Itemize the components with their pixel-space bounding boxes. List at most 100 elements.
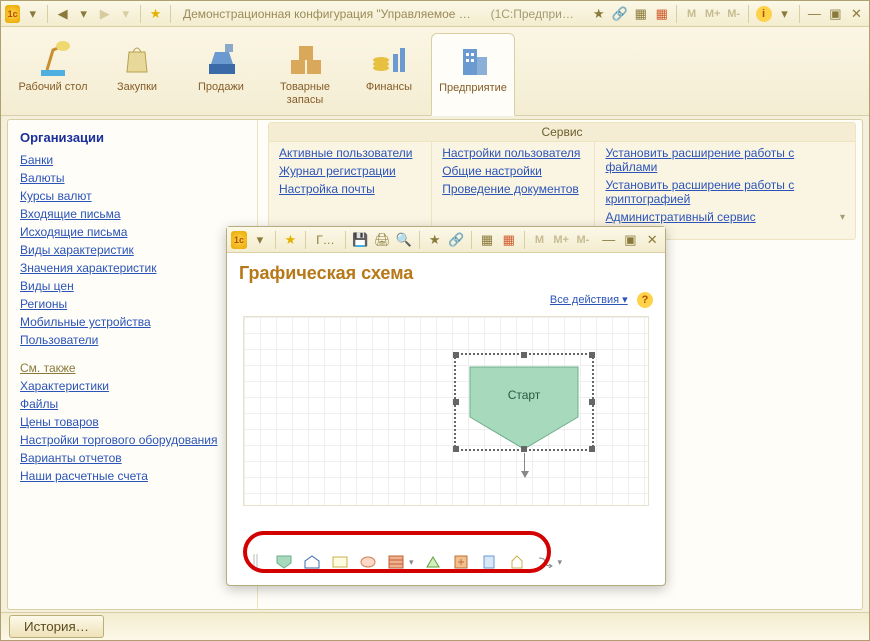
favorites-add-icon[interactable]: ★ <box>590 4 607 24</box>
favorite-star-icon[interactable]: ★ <box>147 4 164 24</box>
service-item[interactable]: Настройка почты <box>269 180 431 198</box>
sidebar-link[interactable]: Банки <box>20 153 245 167</box>
links-icon[interactable]: 🔗 <box>448 230 466 250</box>
all-actions-menu[interactable]: Все действия ▾ <box>550 294 628 306</box>
print-icon[interactable]: 🖨 <box>373 230 391 250</box>
connector-arrow[interactable] <box>524 453 525 477</box>
annotation-highlight <box>243 531 551 573</box>
resize-handle[interactable] <box>521 352 527 358</box>
nav-fwd-menu-icon[interactable]: ▾ <box>117 4 134 24</box>
sidebar-link[interactable]: Входящие письма <box>20 207 245 221</box>
sidebar-link[interactable]: Пользователи <box>20 333 245 347</box>
calendar-icon[interactable]: ▦ <box>500 230 518 250</box>
resize-handle[interactable] <box>453 399 459 405</box>
mbtn-mminus[interactable]: M- <box>725 4 742 24</box>
tab-enterprise[interactable]: Предприятие <box>431 33 515 116</box>
child-titlebar: 1c ▾ ★ Г… 💾 🖨 🔍 ★ 🔗 ▦ ▦ M M+ M- — ▣ ✕ <box>227 227 665 253</box>
resize-handle[interactable] <box>589 446 595 452</box>
minimize-icon[interactable]: — <box>806 4 823 24</box>
favorite-star-icon[interactable]: ★ <box>282 230 300 250</box>
service-item[interactable]: Установить расширение работы с криптогра… <box>595 176 855 208</box>
resize-handle[interactable] <box>453 446 459 452</box>
history-button[interactable]: История… <box>9 615 104 638</box>
service-item[interactable]: Активные пользователи <box>269 144 431 162</box>
resize-handle[interactable] <box>589 352 595 358</box>
nav-back-icon[interactable]: ◀ <box>54 4 71 24</box>
close-icon[interactable]: ✕ <box>848 4 865 24</box>
sidebar-link[interactable]: Исходящие письма <box>20 225 245 239</box>
sidebar-also-link[interactable]: Настройки торгового оборудования <box>20 433 245 447</box>
minimize-icon[interactable]: — <box>600 230 618 250</box>
save-icon[interactable]: 💾 <box>352 230 370 250</box>
sidebar-link[interactable]: Курсы валют <box>20 189 245 203</box>
mbtn-mminus[interactable]: M- <box>574 230 592 250</box>
coins-chart-icon <box>349 37 429 81</box>
service-item[interactable]: Административный сервис <box>595 208 830 226</box>
info-icon[interactable]: i <box>755 4 772 24</box>
preview-icon[interactable]: 🔍 <box>395 230 413 250</box>
service-item[interactable]: Журнал регистрации <box>269 162 431 180</box>
service-panel: Сервис Активные пользователи Журнал реги… <box>268 122 856 240</box>
main-titlebar: 1c ▾ ◀ ▾ ▶ ▾ ★ Демонстрационная конфигур… <box>1 1 869 27</box>
resize-handle[interactable] <box>453 352 459 358</box>
service-item[interactable]: Установить расширение работы с файлами <box>595 144 855 176</box>
maximize-icon[interactable]: ▣ <box>827 4 844 24</box>
dropdown-icon[interactable]: ▾ <box>251 230 269 250</box>
sidebar-also-link[interactable]: Характеристики <box>20 379 245 393</box>
chevron-down-icon[interactable]: ▾ <box>558 557 563 568</box>
sidebar-also-link[interactable]: Наши расчетные счета <box>20 469 245 483</box>
sidebar-link[interactable]: Виды характеристик <box>20 243 245 257</box>
resize-handle[interactable] <box>589 399 595 405</box>
sidebar-link[interactable]: Регионы <box>20 297 245 311</box>
mbtn-mplus[interactable]: M+ <box>704 4 721 24</box>
child-window: 1c ▾ ★ Г… 💾 🖨 🔍 ★ 🔗 ▦ ▦ M M+ M- — ▣ ✕ Гр… <box>226 226 666 586</box>
sidebar: Организации Банки Валюты Курсы валют Вхо… <box>8 120 258 609</box>
mbtn-m[interactable]: M <box>531 230 549 250</box>
calc-icon[interactable]: ▦ <box>632 4 649 24</box>
calendar-icon[interactable]: ▦ <box>653 4 670 24</box>
links-icon[interactable]: 🔗 <box>611 4 628 24</box>
sidebar-link[interactable]: Валюты <box>20 171 245 185</box>
nav-back-menu-icon[interactable]: ▾ <box>75 4 92 24</box>
sidebar-also-link[interactable]: Файлы <box>20 397 245 411</box>
sidebar-link[interactable]: Значения характеристик <box>20 261 245 275</box>
tab-stock-label: Товарные запасы <box>265 81 345 107</box>
tab-desktop[interactable]: Рабочий стол <box>11 33 95 115</box>
tab-finance[interactable]: Финансы <box>347 33 431 115</box>
sidebar-link[interactable]: Мобильные устройства <box>20 315 245 329</box>
maximize-icon[interactable]: ▣ <box>622 230 640 250</box>
sidebar-also-header: См. также <box>20 361 245 375</box>
tab-stock[interactable]: Товарные запасы <box>263 33 347 115</box>
tab-purchases[interactable]: Закупки <box>95 33 179 115</box>
close-icon[interactable]: ✕ <box>643 230 661 250</box>
info-menu-icon[interactable]: ▾ <box>776 4 793 24</box>
service-item[interactable]: Общие настройки <box>432 162 594 180</box>
service-item[interactable]: Проведение документов <box>432 180 594 198</box>
child-tab-label: Г… <box>312 233 339 247</box>
window-title: Демонстрационная конфигурация "Управляем… <box>183 7 475 21</box>
section-tabs: Рабочий стол Закупки Продажи Товарные за… <box>1 27 869 116</box>
nav-fwd-icon[interactable]: ▶ <box>96 4 113 24</box>
tab-sales-label: Продажи <box>181 81 261 94</box>
diagram-canvas[interactable]: Старт <box>243 316 649 506</box>
favorites-add-icon[interactable]: ★ <box>426 230 444 250</box>
building-icon <box>434 38 512 82</box>
sidebar-also-link[interactable]: Цены товаров <box>20 415 245 429</box>
tab-sales[interactable]: Продажи <box>179 33 263 115</box>
mbtn-m[interactable]: M <box>683 4 700 24</box>
sidebar-link[interactable]: Виды цен <box>20 279 245 293</box>
help-icon[interactable]: ? <box>637 292 653 308</box>
mbtn-mplus[interactable]: M+ <box>552 230 570 250</box>
selection-box[interactable] <box>454 353 594 451</box>
chevron-down-icon[interactable]: ▾ <box>830 212 855 223</box>
window-title-suffix: (1С:Предприятие) <box>491 7 577 21</box>
service-header: Сервис <box>269 123 855 142</box>
sidebar-also-link[interactable]: Варианты отчетов <box>20 451 245 465</box>
cash-register-icon <box>181 37 261 81</box>
calc-icon[interactable]: ▦ <box>478 230 496 250</box>
dropdown-icon[interactable]: ▾ <box>24 4 41 24</box>
resize-handle[interactable] <box>521 446 527 452</box>
app-logo-1c: 1c <box>231 231 247 249</box>
sidebar-header[interactable]: Организации <box>20 130 245 145</box>
service-item[interactable]: Настройки пользователя <box>432 144 594 162</box>
